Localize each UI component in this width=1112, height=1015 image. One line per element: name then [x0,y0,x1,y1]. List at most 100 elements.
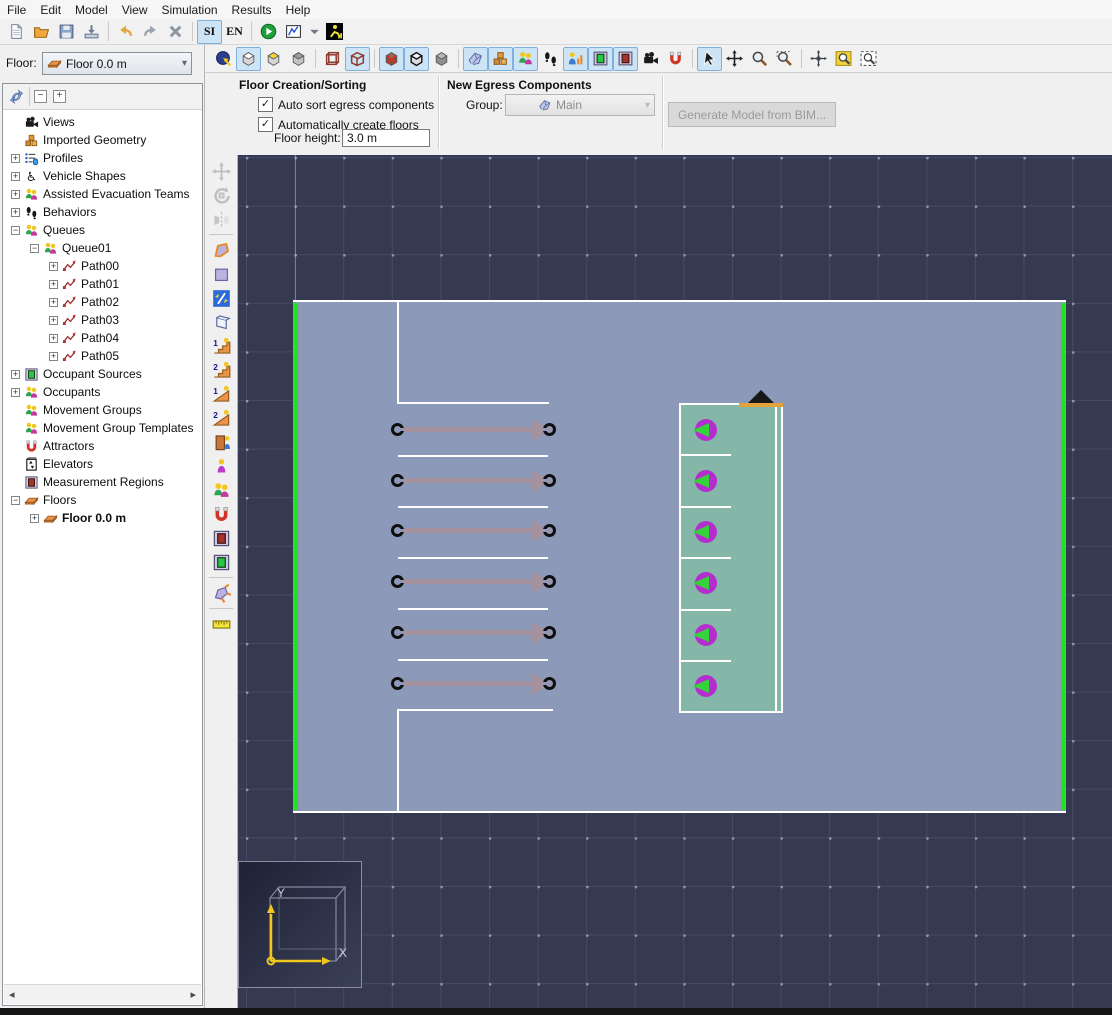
expand-icon[interactable]: + [30,513,39,523]
ramp-tool-2-button[interactable]: 2 [208,406,234,430]
tree-item-vehicle-shapes[interactable]: + ♿ Vehicle Shapes [3,167,202,185]
queue-path-path05[interactable] [391,672,557,696]
tree-item-elevators[interactable]: Elevators [3,455,202,473]
occupant-marker[interactable] [693,675,717,697]
zoom-selection-button[interactable] [856,47,881,71]
show-attractors-button[interactable] [663,47,688,71]
tree-item-floor-0-0-m[interactable]: + Floor 0.0 m [3,509,202,527]
show-obstructions-button[interactable] [488,46,513,71]
redo-button[interactable] [138,20,163,44]
menu-view[interactable]: View [115,0,155,19]
plot-results-button[interactable] [281,20,306,44]
scroll-right-icon[interactable]: ▸ [190,988,196,1001]
path-end-point[interactable] [543,677,556,690]
menu-results[interactable]: Results [225,0,279,19]
units-en-button[interactable]: EN [222,20,247,44]
path-end-point[interactable] [543,575,556,588]
view-cube-side-button[interactable] [286,47,311,71]
plot-results-dropdown-button[interactable] [306,20,322,44]
zoom-tool-button[interactable] [747,47,772,71]
queue-path-path03[interactable] [391,570,557,594]
save-file-button[interactable] [54,20,79,44]
auto-sort-checkbox[interactable]: ✓ [258,97,273,112]
queue-waiting-room[interactable] [679,390,783,713]
zoom-to-point-button[interactable] [806,47,831,71]
tree-item-queues[interactable]: − Queues [3,221,202,239]
add-occupant-tool-button[interactable] [208,454,234,478]
path-end-point[interactable] [543,423,556,436]
occupant-source-tool-button[interactable] [208,550,234,574]
expand-icon[interactable]: + [49,351,58,361]
select-tool-button[interactable] [697,46,722,71]
expand-icon[interactable]: + [49,261,58,271]
tree-item-assisted-evacuation-teams[interactable]: + Assisted Evacuation Teams [3,185,202,203]
tree-item-attractors[interactable]: Attractors [3,437,202,455]
expand-icon[interactable]: + [49,315,58,325]
scroll-left-icon[interactable]: ◂ [9,988,15,1001]
tree-item-floors[interactable]: − Floors [3,491,202,509]
tree-item-behaviors[interactable]: + Behaviors [3,203,202,221]
extrude-tool-button[interactable] [208,581,234,605]
measure-tool-button[interactable] [208,612,234,636]
queue-path-path04[interactable] [391,621,557,645]
tree-item-path02[interactable]: + Path02 [3,293,202,311]
group-by-icon-button[interactable] [8,88,25,105]
wireframe-mode-button[interactable] [320,47,345,71]
ramp-tool-1-button[interactable]: 1 [208,382,234,406]
tree-item-path03[interactable]: + Path03 [3,311,202,329]
tree-item-path01[interactable]: + Path01 [3,275,202,293]
view-cube-top-button[interactable] [236,46,261,71]
menu-file[interactable]: File [0,0,33,19]
path-start-point[interactable] [391,626,404,639]
path-end-point[interactable] [543,473,556,487]
expand-icon[interactable]: + [11,387,20,397]
generate-model-from-bim-button[interactable]: Generate Model from BIM... [668,102,836,127]
show-occupant-profiles-button[interactable] [563,46,588,71]
pan-tool-button[interactable] [722,47,747,71]
tree-item-profiles[interactable]: + Profiles [3,149,202,167]
thick-exit-edge-right[interactable] [1061,303,1065,810]
tree-item-occupant-sources[interactable]: + Occupant Sources [3,365,202,383]
view-cube-front-button[interactable] [261,47,286,71]
queue-path-path01[interactable] [391,469,557,493]
occupant-marker[interactable] [693,419,717,441]
thick-exit-edge-left[interactable] [294,303,298,810]
auto-create-floors-checkbox[interactable]: ✓ [258,117,273,132]
tree-item-queue01[interactable]: − Queue01 [3,239,202,257]
tree-item-imported-geometry[interactable]: Imported Geometry [3,131,202,149]
collapse-icon[interactable]: − [30,243,39,253]
expand-icon[interactable]: + [11,189,20,199]
tree-item-measurement-regions[interactable]: Measurement Regions [3,473,202,491]
attractor-tool-button[interactable] [208,502,234,526]
import-file-button[interactable] [79,20,104,44]
floor-height-input[interactable]: 3.0 m [342,129,430,147]
tree-item-movement-group-templates[interactable]: Movement Group Templates [3,419,202,437]
menu-help[interactable]: Help [279,0,318,19]
path-end-point[interactable] [543,626,556,639]
show-solid-button[interactable] [429,47,454,71]
menu-model[interactable]: Model [68,0,115,19]
new-file-button[interactable] [4,20,29,44]
group-dropdown[interactable]: Main ▾ [505,94,655,116]
tree-item-movement-groups[interactable]: Movement Groups [3,401,202,419]
queue-path-path02[interactable] [391,519,557,543]
view-3d-results-button[interactable] [322,20,347,44]
tree-item-path05[interactable]: + Path05 [3,347,202,365]
floor-plan-room[interactable] [293,300,1066,813]
show-behaviors-button[interactable] [538,47,563,71]
rectangle-room-tool-button[interactable] [208,262,234,286]
expand-icon[interactable]: + [11,207,20,217]
door-tool-button[interactable] [208,430,234,454]
path-start-point[interactable] [391,575,404,588]
tree-item-views[interactable]: Views [3,113,202,131]
expand-icon[interactable]: + [11,369,20,379]
add-occupant-group-tool-button[interactable] [208,478,234,502]
queue-path-path00[interactable] [391,418,557,442]
expand-icon[interactable]: + [11,153,20,163]
show-occupant-sources-button[interactable] [588,46,613,71]
polygon-room-tool-button[interactable] [208,238,234,262]
floor-selector-dropdown[interactable]: Floor 0.0 m ▾ [42,52,192,75]
expand-icon[interactable]: + [11,171,20,181]
show-imported-geometry-button[interactable] [463,46,488,71]
stair-tool-1-button[interactable]: 1 [208,334,234,358]
